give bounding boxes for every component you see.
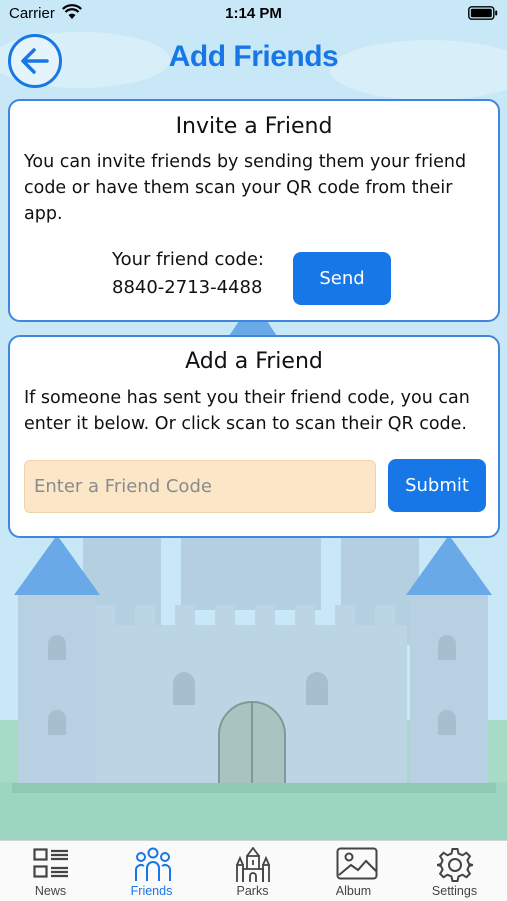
invite-card-title: Invite a Friend [175, 114, 333, 139]
tab-friends-label: Friends [130, 884, 173, 898]
friend-code-label: Your friend code: [112, 249, 264, 270]
tab-parks-label: Parks [236, 884, 269, 898]
friend-code-input[interactable] [24, 460, 376, 513]
add-friend-card: Add a Friend If someone has sent you the… [8, 335, 500, 538]
add-card-description: If someone has sent you their friend cod… [24, 388, 470, 434]
tab-news[interactable]: News [0, 841, 101, 901]
tab-parks[interactable]: Parks [202, 841, 303, 901]
tab-settings-label: Settings [431, 884, 478, 898]
page-title: Add Friends [168, 40, 339, 73]
submit-button[interactable]: Submit [388, 459, 486, 512]
tab-news-label: News [34, 884, 67, 898]
status-bar: Carrier 1:14 PM [0, 0, 507, 28]
friend-code-value: 8840-2713-4488 [112, 277, 263, 298]
tab-friends[interactable]: Friends [101, 841, 202, 901]
tab-album-label: Album [335, 884, 372, 898]
add-card-title: Add a Friend [185, 349, 323, 374]
send-button[interactable]: Send [293, 252, 391, 305]
invite-friend-card: Invite a Friend You can invite friends b… [8, 99, 500, 322]
castle-icon [236, 847, 270, 882]
friends-icon [135, 847, 171, 881]
tab-bar: News Friends Parks Album Settings [0, 840, 507, 901]
clock: 1:14 PM [225, 5, 282, 22]
news-icon [33, 848, 68, 878]
tab-album[interactable]: Album [303, 841, 404, 901]
gear-icon [437, 848, 473, 882]
tab-settings[interactable]: Settings [404, 841, 505, 901]
battery-icon [468, 6, 498, 20]
invite-card-description: You can invite friends by sending them y… [24, 152, 467, 224]
photo-icon [336, 847, 378, 880]
